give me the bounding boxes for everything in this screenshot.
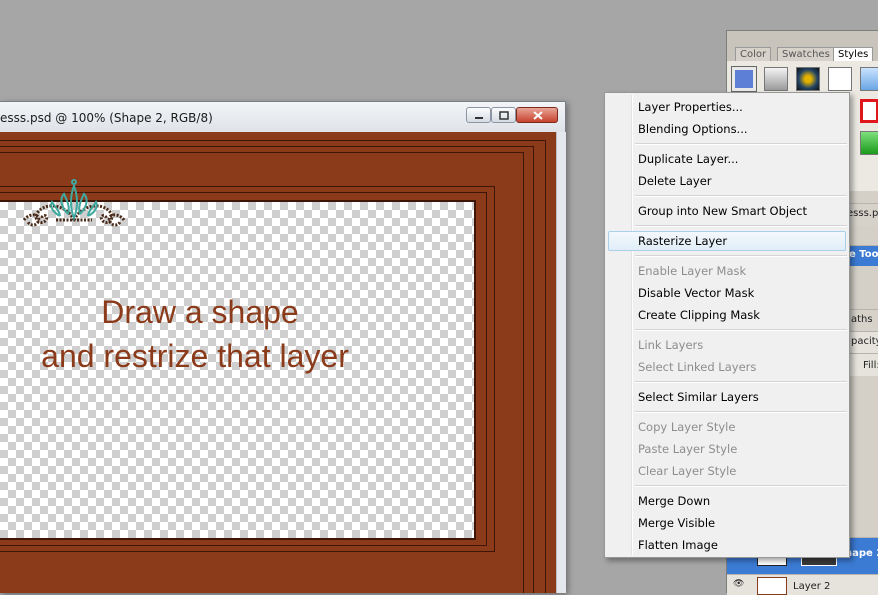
menu-item-link-layers: Link Layers	[638, 338, 704, 352]
style-swatch-pattern[interactable]	[796, 67, 820, 91]
menu-separator	[635, 485, 847, 487]
maximize-icon	[499, 111, 509, 120]
menu-separator	[635, 255, 847, 257]
menu-item-blending-options[interactable]: Blending Options...	[608, 119, 846, 139]
menu-item-flatten-image[interactable]: Flatten Image	[608, 535, 846, 555]
menu-item-merge-down[interactable]: Merge Down	[608, 491, 846, 511]
minimize-icon	[475, 117, 483, 119]
style-swatch-gray[interactable]	[764, 67, 788, 91]
tab-paths[interactable]: aths	[851, 314, 873, 325]
opacity-label: pacity:	[851, 336, 878, 347]
style-swatch-green[interactable]	[860, 131, 878, 155]
menu-item-paste-layer-style: Paste Layer Style	[638, 442, 738, 456]
document-title: esss.psd @ 100% (Shape 2, RGB/8)	[0, 111, 213, 125]
style-swatch-light-blue[interactable]	[860, 67, 878, 91]
menu-item-rasterize-layer[interactable]: Rasterize Layer	[608, 231, 846, 251]
menu-item-layer-properties[interactable]: Layer Properties...	[608, 97, 846, 117]
menu-separator	[635, 143, 847, 145]
menu-separator	[635, 329, 847, 331]
panel-tab-bar: Color Swatches Styles	[727, 31, 878, 61]
tab-swatches[interactable]: Swatches	[777, 47, 835, 61]
menu-item-group-into-smart-object[interactable]: Group into New Smart Object	[608, 201, 846, 221]
menu-item-copy-layer-style: Copy Layer Style	[638, 420, 736, 434]
eye-icon[interactable]: 👁	[733, 579, 744, 589]
menu-item-clear-layer-style: Clear Layer Style	[638, 464, 737, 478]
layer-name-2: Layer 2	[793, 581, 831, 592]
canvas-text-line-1: Draw a shape	[101, 294, 299, 330]
fill-label: Fill:	[863, 360, 878, 371]
menu-item-merge-visible[interactable]: Merge Visible	[608, 513, 846, 533]
tab-color[interactable]: Color	[735, 47, 772, 61]
menu-item-enable-layer-mask: Enable Layer Mask	[638, 264, 747, 278]
vertical-scrollbar[interactable]	[556, 132, 566, 593]
document-titlebar[interactable]: esss.psd @ 100% (Shape 2, RGB/8)	[0, 102, 565, 132]
layer-context-menu: Layer Properties... Blending Options... …	[604, 92, 850, 558]
close-icon	[533, 111, 543, 120]
layer-thumbnail-2	[757, 577, 787, 595]
tool-label: e Tool	[849, 249, 878, 260]
menu-item-select-linked-layers: Select Linked Layers	[638, 360, 757, 374]
minimize-button[interactable]	[466, 107, 491, 123]
menu-separator	[635, 411, 847, 413]
document-canvas[interactable]: Draw a shape and restrize that layer	[0, 132, 556, 593]
menu-item-duplicate-layer[interactable]: Duplicate Layer...	[608, 149, 846, 169]
document-window: esss.psd @ 100% (Shape 2, RGB/8) Draw a …	[0, 101, 566, 593]
doc-name-fragment: esss.psd	[847, 208, 878, 219]
menu-item-create-clipping-mask[interactable]: Create Clipping Mask	[608, 305, 846, 325]
menu-item-delete-layer[interactable]: Delete Layer	[608, 171, 846, 191]
menu-separator	[635, 195, 847, 197]
style-swatch-red-outline[interactable]	[860, 99, 878, 123]
menu-separator	[635, 225, 847, 227]
menu-item-disable-vector-mask[interactable]: Disable Vector Mask	[608, 283, 846, 303]
close-button[interactable]	[516, 107, 558, 123]
menu-separator	[635, 381, 847, 383]
canvas-text-line-2: and restrize that layer	[41, 338, 349, 374]
tab-styles[interactable]: Styles	[833, 47, 874, 61]
menu-item-select-similar-layers[interactable]: Select Similar Layers	[608, 387, 846, 407]
maximize-button[interactable]	[491, 107, 516, 123]
style-swatch-white[interactable]	[828, 67, 852, 91]
flourish-ornament	[22, 179, 126, 227]
style-swatch-blue[interactable]	[731, 66, 757, 92]
